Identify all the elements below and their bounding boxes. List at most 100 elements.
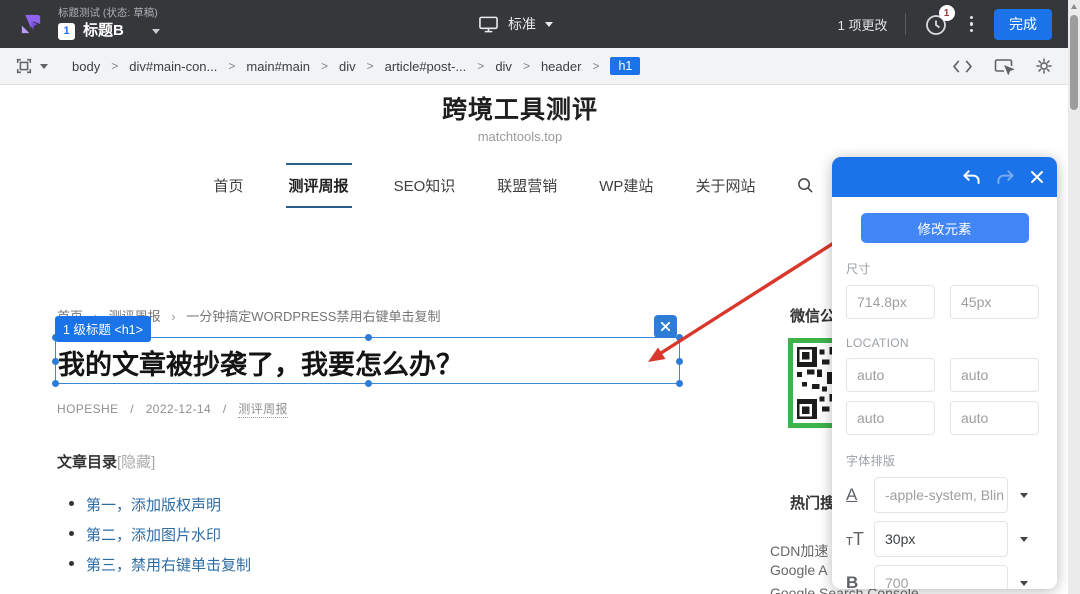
chevron-separator: > [367,59,374,73]
toc-hide-toggle[interactable]: [隐藏] [117,454,155,471]
chevron-separator: > [111,59,118,73]
deselect-close-button[interactable] [654,315,677,338]
font-family-icon: A [846,485,874,505]
location-left-input[interactable]: auto [950,401,1039,435]
document-info: 标题测试 (状态: 草稿) 1 标题B [58,7,160,41]
size-section-label: 尺寸 [846,260,1057,277]
chevron-separator: > [477,59,484,73]
scrollbar-thumb[interactable] [1070,15,1078,110]
chevron-separator: > [592,59,599,73]
toc-link-3[interactable]: 第三，禁用右键单击复制 [86,557,251,574]
done-button[interactable]: 完成 [994,9,1052,40]
browser-scrollbar[interactable] [1068,0,1080,594]
meta-separator: / [130,402,134,416]
location-top-input[interactable]: auto [846,358,935,392]
dom-node-article[interactable]: article#post-... [385,59,467,74]
location-section-label: LOCATION [846,336,1057,350]
post-category-link[interactable]: 测评周报 [238,402,288,418]
dom-node-h1-selected[interactable]: h1 [610,57,640,75]
crumb-post: 一分钟搞定WORDPRESS禁用右键单击复制 [186,309,440,324]
nav-seo[interactable]: SEO知识 [394,163,456,208]
gear-icon[interactable] [1035,57,1053,75]
code-icon[interactable] [952,59,973,74]
selection-handle[interactable] [52,380,59,387]
chevron-down-icon[interactable] [1020,581,1028,586]
nav-reviews-active[interactable]: 测评周报 [286,163,352,208]
chevron-down-icon[interactable] [1020,493,1028,498]
chevron-down-icon[interactable] [152,29,160,34]
scrollbar-up-arrow[interactable] [1071,4,1077,9]
chevron-separator: > [228,59,235,73]
selection-handle[interactable] [676,380,683,387]
dom-path: body > div#main-con... > main#main > div… [72,57,640,75]
dom-node-main[interactable]: main#main [246,59,310,74]
topbar-actions: 1 项更改 1 完成 [838,9,1052,40]
selection-tag-badge: 1 级标题 <h1> [55,316,151,342]
dom-node-div[interactable]: div [339,59,356,74]
nav-home[interactable]: 首页 [214,163,244,208]
chevron-separator: > [523,59,530,73]
element-selection-box[interactable] [55,337,680,384]
history-count-badge: 1 [939,5,955,21]
site-domain: matchtools.top [0,129,1040,144]
chevron-separator: > [321,59,328,73]
selection-count-badge: 1 [58,23,75,40]
close-icon[interactable] [1030,170,1044,184]
toc-list: 第一，添加版权声明 第二，添加图片水印 第三，禁用右键单击复制 [86,494,251,584]
post-date: 2022-12-14 [146,402,211,416]
inspect-element-icon[interactable] [994,57,1014,75]
font-weight-select[interactable]: 700 [874,565,1008,589]
dom-node-main-container[interactable]: div#main-con... [129,59,217,74]
toc-link-2[interactable]: 第二，添加图片水印 [86,527,221,544]
chevron-down-icon[interactable] [1020,537,1028,542]
toc-link-1[interactable]: 第一，添加版权声明 [86,497,221,514]
dombar-tools [952,57,1053,75]
font-size-select[interactable]: 30px [874,521,1008,557]
width-input[interactable]: 714.8px [846,285,935,319]
device-mode-selector[interactable]: 标准 [478,0,553,48]
nav-wp[interactable]: WP建站 [599,163,653,208]
dom-node-div2[interactable]: div [495,59,512,74]
editor-screen: 标题测试 (状态: 草稿) 1 标题B 标准 1 项更改 [0,0,1080,594]
selection-handle[interactable] [365,380,372,387]
undo-icon[interactable] [962,169,981,186]
nav-about[interactable]: 关于网站 [695,163,755,208]
typography-section-label: 字体排版 [846,452,1057,469]
dom-node-header[interactable]: header [541,59,581,74]
page-viewport: 跨境工具测评 matchtools.top 首页 测评周报 SEO知识 联盟营销… [0,85,1068,594]
font-size-icon: тT [846,529,874,550]
selection-handle[interactable] [365,334,372,341]
font-family-select[interactable]: -apple-system, Blin [874,477,1008,513]
app-logo-icon[interactable] [16,9,46,39]
redo-icon[interactable] [996,169,1015,186]
divider [905,13,906,35]
document-status: 标题测试 (状态: 草稿) [58,7,160,20]
side-link-google-a[interactable]: Google A [770,562,828,578]
nav-affiliate[interactable]: 联盟营销 [497,163,557,208]
chevron-down-icon [545,22,553,27]
device-mode-label: 标准 [508,14,536,34]
panel-header [832,157,1057,197]
meta-separator: / [223,402,227,416]
toc-header: 文章目录[隐藏] [57,451,155,472]
selection-handle[interactable] [52,358,59,365]
kebab-menu-icon[interactable] [966,12,978,37]
modify-element-button[interactable]: 修改元素 [861,213,1029,243]
toc-item: 第三，禁用右键单击复制 [86,554,251,584]
location-right-input[interactable]: auto [950,358,1039,392]
side-link-cdn[interactable]: CDN加速 [770,541,828,561]
editor-topbar: 标题测试 (状态: 草稿) 1 标题B 标准 1 项更改 [0,0,1068,48]
select-frame-icon[interactable] [15,57,48,75]
search-icon[interactable] [797,177,814,194]
selection-handle[interactable] [676,358,683,365]
changes-count: 1 项更改 [838,15,888,34]
post-author: HOPESHE [57,402,118,416]
post-meta: HOPESHE / 2022-12-14 / 测评周报 [57,400,288,417]
history-icon[interactable]: 1 [923,11,949,37]
site-title: 跨境工具测评 [0,90,1040,126]
selection-handle[interactable] [676,334,683,341]
dom-node-body[interactable]: body [72,59,100,74]
height-input[interactable]: 45px [950,285,1039,319]
location-bottom-input[interactable]: auto [846,401,935,435]
element-style-panel: 修改元素 尺寸 714.8px 45px LOCATION auto auto … [832,157,1057,589]
